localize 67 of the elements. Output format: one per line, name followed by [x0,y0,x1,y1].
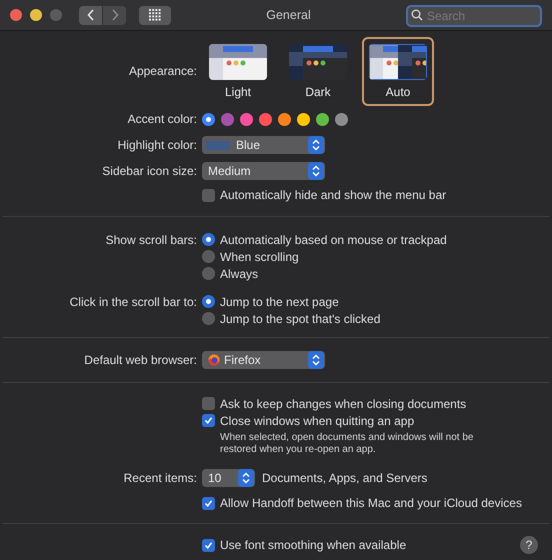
grid-button[interactable] [139,6,171,24]
setting-label: Default web browser: [84,352,197,369]
window-title: General [266,6,311,24]
grid-icon [149,9,161,21]
forward-button[interactable] [103,6,126,24]
setting-label: Sidebar icon size: [102,163,197,180]
radio-button[interactable] [202,233,215,246]
radio-button[interactable] [202,295,215,308]
appearance-label: Light [224,84,252,100]
accent-color-swatch[interactable] [221,112,234,126]
default-browser-dropdown[interactable]: Firefox [202,351,325,369]
appearance-thumbnail [209,44,267,80]
checkbox-label: Automatically hide and show the menu bar [220,187,446,204]
radio-label: When scrolling [220,248,299,266]
appearance-option[interactable]: Auto [362,36,434,106]
checkbox-label: Use font smoothing when available [220,537,406,554]
close-icon[interactable] [10,9,22,21]
appearance-thumbnail [369,44,427,80]
stepper-icon [308,162,324,180]
radio-label: Automatically based on mouse or trackpad [220,232,447,248]
setting-label: Highlight color: [118,137,197,154]
accent-color-swatch[interactable] [316,112,329,126]
checkbox[interactable] [202,397,215,410]
stepper-icon [308,136,324,154]
radio-label: Always [220,266,258,282]
highlight-color-dropdown[interactable]: Blue [202,136,325,154]
recent-items-suffix: Documents, Apps, and Servers [262,470,428,487]
accent-color-swatch[interactable] [202,112,215,126]
help-button[interactable]: ? [520,536,538,554]
appearance-option[interactable]: Light [202,36,274,106]
checkbox-label: Allow Handoff between this Mac and your iCloud devices [220,495,522,512]
radio-label: Jump to the next page [220,294,339,310]
setting-label: Accent color: [128,111,197,128]
chevron-right-icon [110,9,118,21]
setting-label: Show scroll bars: [106,232,197,249]
minimize-icon[interactable] [30,9,42,21]
accent-color-swatch[interactable] [278,112,291,126]
back-button[interactable] [79,6,102,24]
radio-button[interactable] [202,312,215,325]
appearance-label: Dark [305,84,331,100]
accent-color-swatch[interactable] [240,112,253,126]
stepper-icon [238,469,254,487]
sidebar-icon-size-dropdown[interactable]: Medium [202,162,325,180]
help-note: When selected, open documents and windows will not be restored when you re-open an app. [220,432,474,456]
checkbox[interactable] [202,414,215,427]
setting-label: Appearance: [128,63,197,80]
accent-color-swatch[interactable] [297,112,310,126]
browser-icon [208,354,220,366]
radio-button[interactable] [202,267,215,280]
radio-label: Jump to the spot that's clicked [220,310,380,328]
checkbox[interactable] [202,188,215,202]
color-swatch [206,140,230,150]
appearance-option[interactable]: Dark [282,36,354,106]
setting-label: Recent items: [124,470,197,487]
search-icon [411,9,423,21]
accent-color-swatch[interactable] [259,112,272,126]
setting-label: Click in the scroll bar to: [70,294,197,311]
checkbox-label: Close windows when quitting an app [220,412,414,430]
accent-color-swatch[interactable] [335,112,348,126]
checkbox[interactable] [202,538,215,552]
radio-button[interactable] [202,250,215,263]
recent-items-stepper[interactable]: 10 [202,469,255,487]
checkbox[interactable] [202,496,215,510]
appearance-label: Auto [386,84,410,100]
chevron-left-icon [86,9,94,21]
stepper-icon [308,351,324,369]
checkbox-label: Ask to keep changes when closing documents [220,396,466,412]
